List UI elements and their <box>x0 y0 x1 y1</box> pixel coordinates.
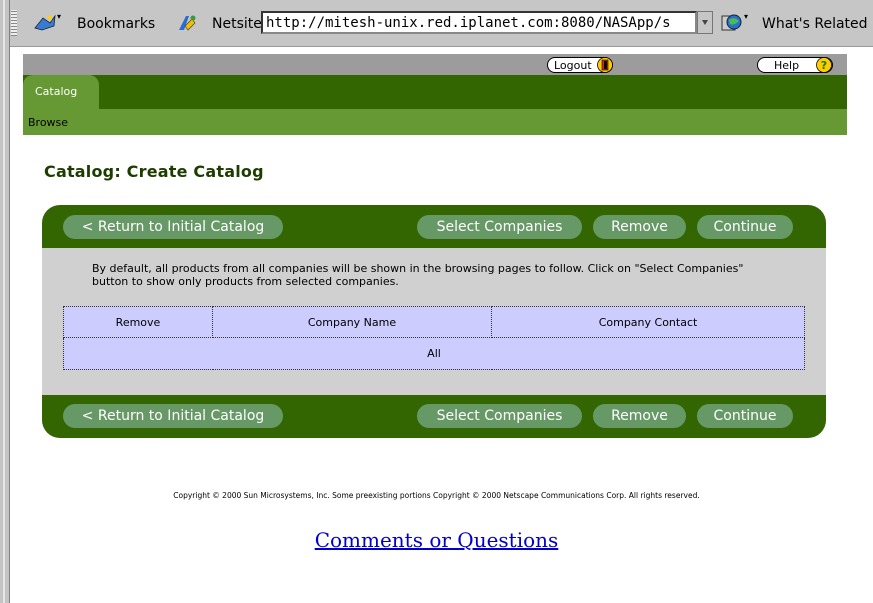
tab-catalog-label: Catalog <box>35 85 78 98</box>
door-exit-icon <box>597 57 613 73</box>
whats-related-icon[interactable] <box>720 12 742 34</box>
comments-or-questions-link[interactable]: Comments or Questions <box>315 528 559 552</box>
utility-bar <box>23 54 847 75</box>
column-header-remove: Remove <box>63 306 213 338</box>
remove-button-bottom[interactable]: Remove <box>593 404 686 428</box>
companies-table: Remove Company Name Company Contact All <box>63 306 805 370</box>
page-title: Catalog: Create Catalog <box>44 162 264 181</box>
bookmarks-icon[interactable] <box>34 14 56 32</box>
column-header-company-contact: Company Contact <box>491 306 805 338</box>
column-header-company-name: Company Name <box>212 306 492 338</box>
return-to-initial-catalog-button-bottom[interactable]: < Return to Initial Catalog <box>63 404 283 428</box>
tab-bar <box>23 75 847 109</box>
instructions-text: By default, all products from all compan… <box>92 262 744 288</box>
return-to-initial-catalog-button[interactable]: < Return to Initial Catalog <box>63 215 283 239</box>
url-text: http://mitesh-unix.red.iplanet.com:8080/… <box>266 15 671 31</box>
logout-button[interactable]: Logout <box>547 57 613 73</box>
url-field[interactable]: http://mitesh-unix.red.iplanet.com:8080/… <box>261 11 697 34</box>
window-edge-grip <box>3 0 5 603</box>
comments-section: Comments or Questions <box>0 528 873 552</box>
sub-nav-bar: Browse <box>23 109 847 135</box>
catalog-panel: < Return to Initial Catalog Select Compa… <box>42 205 826 438</box>
bookmarks-label[interactable]: Bookmarks <box>77 16 155 32</box>
window-edge <box>0 0 10 603</box>
table-cell-all: All <box>63 337 805 370</box>
url-history-dropdown[interactable] <box>697 11 713 34</box>
panel-top-toolbar: < Return to Initial Catalog Select Compa… <box>42 205 826 248</box>
logout-label: Logout <box>554 58 592 72</box>
remove-button[interactable]: Remove <box>593 215 686 239</box>
toolbar-grip-handle[interactable] <box>11 10 17 36</box>
table-row: All <box>63 337 805 370</box>
table-header-row: Remove Company Name Company Contact <box>63 306 805 338</box>
question-mark-icon: ? <box>816 57 832 73</box>
copyright-notice: Copyright © 2000 Sun Microsystems, Inc. … <box>173 491 700 500</box>
continue-button-bottom[interactable]: Continue <box>697 404 793 428</box>
help-label: Help <box>774 58 800 72</box>
netsite-label: Netsite: <box>212 16 267 32</box>
continue-button[interactable]: Continue <box>697 215 793 239</box>
tab-catalog[interactable]: Catalog <box>23 75 99 109</box>
whats-related-label[interactable]: What's Related <box>762 16 868 32</box>
select-companies-button[interactable]: Select Companies <box>417 215 582 239</box>
sub-nav-browse[interactable]: Browse <box>28 116 68 129</box>
chevron-down-icon <box>702 20 708 25</box>
select-companies-button-bottom[interactable]: Select Companies <box>417 404 582 428</box>
whats-related-dropdown-indicator: ▾ <box>744 12 749 21</box>
help-button[interactable]: Help ? <box>757 57 833 73</box>
svg-text:?: ? <box>821 59 827 72</box>
page-proxy-icon[interactable] <box>176 14 198 32</box>
bookmarks-dropdown-indicator: ▾ <box>57 12 62 21</box>
